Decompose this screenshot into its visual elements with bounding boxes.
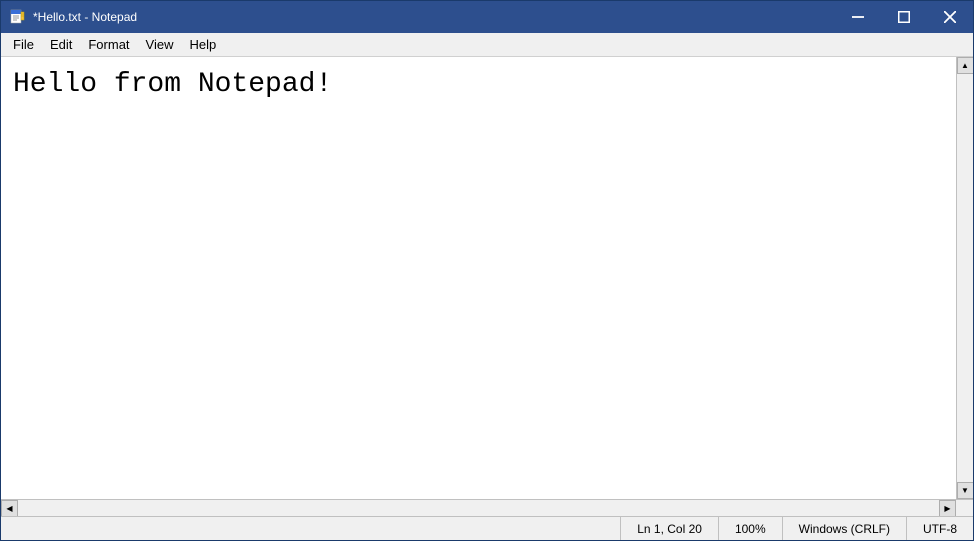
scroll-up-button[interactable]: ▲	[957, 57, 974, 74]
menu-file[interactable]: File	[5, 33, 42, 56]
scroll-track-v[interactable]	[957, 74, 973, 482]
window-title: *Hello.txt - Notepad	[33, 10, 137, 24]
scroll-left-button[interactable]: ◀	[1, 500, 18, 517]
vertical-scrollbar[interactable]: ▲ ▼	[956, 57, 973, 499]
close-button[interactable]	[927, 1, 973, 33]
menu-format[interactable]: Format	[80, 33, 137, 56]
title-bar-left: *Hello.txt - Notepad	[9, 9, 137, 25]
menu-edit[interactable]: Edit	[42, 33, 80, 56]
minimize-button[interactable]	[835, 1, 881, 33]
window-controls	[835, 1, 973, 33]
maximize-button[interactable]	[881, 1, 927, 33]
scrollbar-corner	[956, 500, 973, 517]
notepad-icon	[9, 9, 25, 25]
status-bar: Ln 1, Col 20 100% Windows (CRLF) UTF-8	[1, 516, 973, 540]
cursor-position: Ln 1, Col 20	[620, 517, 718, 540]
menu-help[interactable]: Help	[181, 33, 224, 56]
zoom-level: 100%	[718, 517, 782, 540]
menu-bar: File Edit Format View Help	[1, 33, 973, 57]
title-bar: *Hello.txt - Notepad	[1, 1, 973, 33]
scroll-down-button[interactable]: ▼	[957, 482, 974, 499]
scroll-track-h[interactable]	[18, 500, 939, 516]
menu-view[interactable]: View	[138, 33, 182, 56]
editor-container: Hello from Notepad! ▲ ▼	[1, 57, 973, 499]
scroll-right-button[interactable]: ▶	[939, 500, 956, 517]
app-window: *Hello.txt - Notepad File E	[0, 0, 974, 541]
horizontal-scrollbar-container: ◀ ▶	[1, 499, 973, 516]
encoding: UTF-8	[906, 517, 973, 540]
line-ending: Windows (CRLF)	[782, 517, 906, 540]
text-editor[interactable]: Hello from Notepad!	[1, 57, 956, 499]
